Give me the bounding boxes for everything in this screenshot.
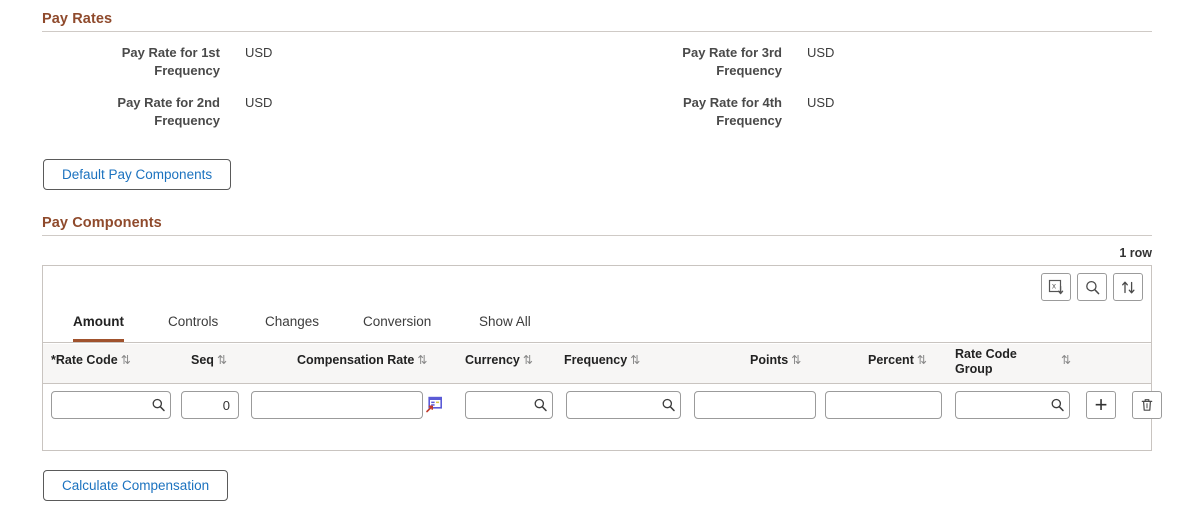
- frequency-cell: [566, 391, 681, 419]
- grid-tabs: Amount Controls Changes Conversion Show …: [43, 311, 1151, 343]
- plus-icon: +: [1094, 392, 1108, 417]
- pay-components-grid: x Amount Controls Changes Conversion Sho…: [42, 265, 1162, 451]
- pay-rates-heading: Pay Rates: [42, 11, 113, 27]
- column-header-seq[interactable]: Seq ⇅: [191, 353, 227, 368]
- trash-icon: [1139, 397, 1155, 413]
- pay-rate-1st-frequency-field: Pay Rate for 1st Frequency USD: [60, 44, 273, 80]
- tab-changes[interactable]: Changes: [265, 311, 319, 342]
- column-header-frequency-label: Frequency: [564, 353, 628, 367]
- pay-rates-section-header: Pay Rates: [42, 10, 1152, 32]
- table-row: +: [43, 385, 1162, 429]
- column-header-rate-code-group-label: Rate Code Group: [955, 347, 1017, 376]
- pay-rate-1st-frequency-value: USD: [245, 45, 273, 60]
- delete-row-button[interactable]: [1132, 391, 1162, 419]
- tab-amount[interactable]: Amount: [73, 311, 124, 342]
- pay-rate-3rd-frequency-field: Pay Rate for 3rd Frequency USD: [622, 44, 834, 80]
- sort-indicator-compensation-rate: ⇅: [417, 353, 428, 367]
- export-to-excel-button[interactable]: x: [1041, 273, 1071, 301]
- column-header-points-label: Points: [750, 353, 789, 367]
- column-header-compensation-rate[interactable]: Compensation Rate ⇅: [297, 353, 427, 368]
- column-header-points[interactable]: Points ⇅: [750, 353, 801, 368]
- column-header-rate-code[interactable]: *Rate Code ⇅: [51, 353, 131, 368]
- default-pay-components-button[interactable]: Default Pay Components: [43, 159, 232, 190]
- rate-code-cell: [51, 391, 171, 419]
- column-header-frequency[interactable]: Frequency ⇅: [564, 353, 640, 368]
- sort-icon: [1120, 279, 1137, 296]
- compensation-rate-input[interactable]: [251, 391, 423, 419]
- column-header-currency[interactable]: Currency ⇅: [465, 353, 533, 368]
- pay-components-heading: Pay Components: [42, 215, 162, 231]
- tab-controls[interactable]: Controls: [168, 311, 218, 342]
- column-header-percent-label: Percent: [868, 353, 914, 367]
- pay-rate-2nd-frequency-label: Pay Rate for 2nd Frequency: [117, 95, 220, 128]
- pay-rate-4th-frequency-value: USD: [807, 95, 835, 110]
- percent-cell: [825, 391, 942, 419]
- pay-components-divider: [42, 235, 1152, 236]
- compensation-rate-cell: [251, 391, 423, 419]
- percent-input[interactable]: [825, 391, 942, 419]
- grid-find-button[interactable]: [1077, 273, 1107, 301]
- svg-text:x: x: [1052, 281, 1056, 290]
- row-count-label: 1 row: [1119, 246, 1152, 260]
- sort-indicator-rate-code: ⇅: [120, 353, 131, 367]
- sort-indicator-rate-code-group-wrap[interactable]: ⇅: [1058, 353, 1071, 368]
- points-input[interactable]: [694, 391, 816, 419]
- sort-indicator-points: ⇅: [791, 353, 802, 367]
- export-to-excel-icon: x: [1048, 279, 1065, 296]
- tab-show-all[interactable]: Show All: [479, 311, 531, 342]
- seq-input[interactable]: [181, 391, 239, 419]
- pay-rate-4th-frequency-field: Pay Rate for 4th Frequency USD: [622, 94, 834, 130]
- calculate-compensation-button[interactable]: Calculate Compensation: [43, 470, 229, 501]
- column-header-compensation-rate-label: Compensation Rate: [297, 353, 415, 367]
- column-header-rate-code-group[interactable]: Rate Code Group: [955, 347, 1025, 377]
- pay-rate-1st-frequency-label: Pay Rate for 1st Frequency: [121, 45, 220, 78]
- column-header-currency-label: Currency: [465, 353, 520, 367]
- rate-code-group-cell: [955, 391, 1070, 419]
- sort-indicator-rate-code-group: ⇅: [1061, 353, 1072, 367]
- sort-indicator-frequency: ⇅: [630, 353, 641, 367]
- sort-indicator-seq: ⇅: [216, 353, 227, 367]
- frequency-lookup-wrap: [566, 391, 681, 419]
- search-icon: [1084, 279, 1101, 296]
- compensation-rate-prompt-icon[interactable]: [426, 396, 443, 413]
- currency-lookup-icon[interactable]: [533, 398, 548, 413]
- frequency-lookup-icon[interactable]: [661, 398, 676, 413]
- add-row-button[interactable]: +: [1086, 391, 1116, 419]
- pay-rate-2nd-frequency-value: USD: [245, 95, 273, 110]
- rate-code-group-lookup-icon[interactable]: [1050, 398, 1065, 413]
- rate-code-lookup-wrap: [51, 391, 171, 419]
- pay-rates-divider: [42, 31, 1152, 32]
- column-header-rate-code-label: *Rate Code: [51, 353, 118, 367]
- sort-indicator-currency: ⇅: [522, 353, 533, 367]
- rate-code-group-lookup-wrap: [955, 391, 1070, 419]
- pay-rate-2nd-frequency-field: Pay Rate for 2nd Frequency USD: [60, 94, 272, 130]
- seq-cell: [181, 391, 239, 419]
- tab-conversion[interactable]: Conversion: [363, 311, 431, 342]
- grid-sort-button[interactable]: [1113, 273, 1143, 301]
- pay-rate-3rd-frequency-value: USD: [807, 45, 835, 60]
- currency-cell: [465, 391, 553, 419]
- rate-code-lookup-icon[interactable]: [151, 398, 166, 413]
- points-cell: [694, 391, 816, 419]
- pay-rates-page: Pay Rates Pay Rate for 1st Frequency USD…: [0, 0, 1178, 512]
- currency-lookup-wrap: [465, 391, 553, 419]
- pay-rate-3rd-frequency-label: Pay Rate for 3rd Frequency: [682, 45, 782, 78]
- column-header-seq-label: Seq: [191, 353, 214, 367]
- column-header-percent[interactable]: Percent ⇅: [868, 353, 927, 368]
- pay-components-section-header: Pay Components: [42, 214, 1152, 236]
- grid-toolbar: x: [1041, 273, 1143, 301]
- grid-column-header-row: *Rate Code ⇅ Seq ⇅ Compensation Rate ⇅ Curr…: [43, 344, 1151, 384]
- pay-rate-4th-frequency-label: Pay Rate for 4th Frequency: [683, 95, 782, 128]
- sort-indicator-percent: ⇅: [916, 353, 927, 367]
